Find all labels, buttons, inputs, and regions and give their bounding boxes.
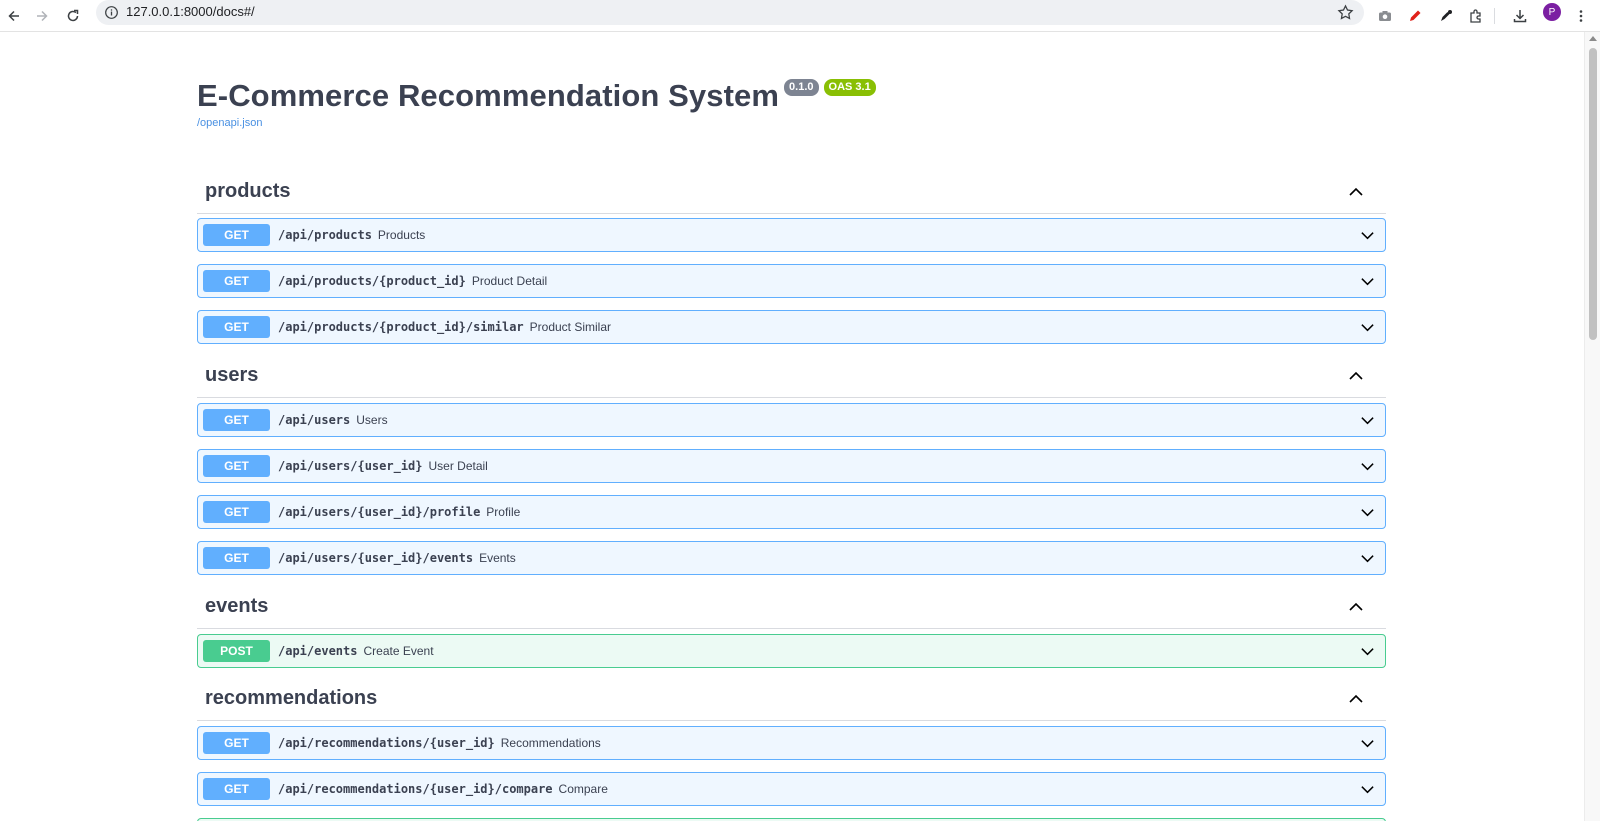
tag-title: products [205,180,291,202]
operation-path: /api/recommendations/{user_id}/compare Co… [278,782,608,796]
openapi-json-link[interactable]: /openapi.json [197,117,262,129]
scrollbar[interactable] [1584,32,1600,821]
chevron-up-icon[interactable] [1348,368,1364,384]
star-icon[interactable] [1337,4,1354,21]
avatar[interactable]: P [1543,3,1561,21]
operation-get-user-events[interactable]: GET /api/users/{user_id}/events Events [197,541,1386,575]
toolbar-divider [1494,8,1495,24]
operation-get-recommendations[interactable]: GET /api/recommendations/{user_id} Recomm… [197,726,1386,760]
oas-badge: OAS 3.1 [823,79,876,96]
operation-summary: Products [377,228,426,242]
page-title: E-Commerce Recommendation System [197,78,780,113]
operation-path: /api/users/{user_id}/events Events [278,551,516,565]
operation-get-products[interactable]: GET /api/products Products [197,218,1386,252]
operation-path: /api/products Products [278,228,426,242]
extensions-icon[interactable] [1464,4,1488,28]
browser-toolbar: 127.0.0.1:8000/docs#/ P [0,0,1600,32]
operation-path: /api/users/{user_id}/profile Profile [278,505,521,519]
method-badge: GET [203,547,270,569]
chevron-down-icon[interactable] [1360,644,1375,659]
pen-icon[interactable] [1403,4,1427,28]
address-bar[interactable]: 127.0.0.1:8000/docs#/ [96,0,1364,25]
chevron-down-icon[interactable] [1360,505,1375,520]
operation-summary: User Detail [428,459,488,473]
chevron-down-icon[interactable] [1360,320,1375,335]
operation-get-user-profile[interactable]: GET /api/users/{user_id}/profile Profile [197,495,1386,529]
info-header: E-Commerce Recommendation System 0.1.0 O… [197,77,876,115]
info-icon[interactable] [104,5,119,20]
operation-summary: Product Detail [471,274,548,288]
eyedropper-icon[interactable] [1434,4,1458,28]
tag-title: recommendations [205,687,378,709]
back-icon[interactable] [2,4,26,28]
operation-summary: Recommendations [500,736,601,750]
chevron-down-icon[interactable] [1360,782,1375,797]
operation-summary: Users [356,413,388,427]
chevron-down-icon[interactable] [1360,274,1375,289]
chevron-up-icon[interactable] [1348,184,1364,200]
tag-recommendations[interactable]: recommendations [197,679,1386,721]
operation-get-recommendations-compare[interactable]: GET /api/recommendations/{user_id}/compa… [197,772,1386,806]
operation-path: /api/products/{product_id}/similar Produc… [278,320,611,334]
operation-summary: Compare [558,782,608,796]
camera-icon[interactable] [1373,4,1397,28]
operation-summary: Profile [486,505,521,519]
chevron-down-icon[interactable] [1360,228,1375,243]
menu-icon[interactable] [1569,4,1593,28]
chevron-down-icon[interactable] [1360,736,1375,751]
url-text: 127.0.0.1:8000/docs#/ [126,4,255,19]
operation-summary: Events [479,551,516,565]
method-badge: GET [203,501,270,523]
scroll-up-icon[interactable] [1589,36,1597,41]
operation-path: /api/users/{user_id} User Detail [278,459,488,473]
reload-icon[interactable] [61,4,85,28]
operation-get-product-detail[interactable]: GET /api/products/{product_id} Product De… [197,264,1386,298]
operation-post-events[interactable]: POST /api/events Create Event [197,634,1386,668]
tag-products[interactable]: products [197,172,1386,214]
method-badge: GET [203,455,270,477]
operation-path: /api/products/{product_id} Product Detail [278,274,548,288]
operation-get-product-similar[interactable]: GET /api/products/{product_id}/similar Pr… [197,310,1386,344]
method-badge: GET [203,316,270,338]
scrollbar-thumb[interactable] [1589,48,1597,340]
tag-title: users [205,364,259,386]
operation-summary: Product Similar [529,320,611,334]
operation-path: /api/recommendations/{user_id} Recommenda… [278,736,601,750]
chevron-down-icon[interactable] [1360,551,1375,566]
method-badge: GET [203,409,270,431]
method-badge: GET [203,224,270,246]
method-badge: POST [203,640,270,662]
chevron-down-icon[interactable] [1360,459,1375,474]
chevron-up-icon[interactable] [1348,691,1364,707]
tag-users[interactable]: users [197,356,1386,398]
method-badge: GET [203,732,270,754]
operation-get-users[interactable]: GET /api/users Users [197,403,1386,437]
operation-summary: Create Event [363,644,434,658]
operation-path: /api/users Users [278,413,388,427]
tag-events[interactable]: events [197,587,1386,629]
chevron-up-icon[interactable] [1348,599,1364,615]
operation-get-user-detail[interactable]: GET /api/users/{user_id} User Detail [197,449,1386,483]
operation-path: /api/events Create Event [278,644,434,658]
tag-title: events [205,595,269,617]
forward-icon[interactable] [30,4,54,28]
version-badge: 0.1.0 [784,79,819,96]
method-badge: GET [203,270,270,292]
download-icon[interactable] [1508,4,1532,28]
chevron-down-icon[interactable] [1360,413,1375,428]
method-badge: GET [203,778,270,800]
